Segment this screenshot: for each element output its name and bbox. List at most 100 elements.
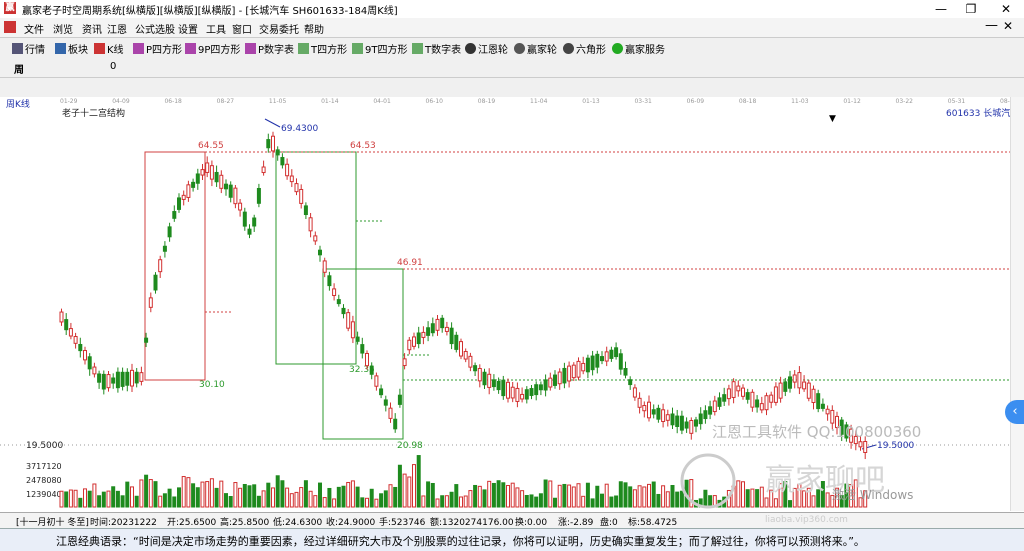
toolbar-kline[interactable]: K线 <box>94 41 124 56</box>
toolbar-quotes[interactable]: 行情 <box>12 41 45 56</box>
volume-bar <box>585 482 590 508</box>
restore-icon[interactable]: ❐ <box>955 0 987 18</box>
candle <box>440 317 445 329</box>
candle <box>416 332 421 345</box>
menu-gann[interactable]: 江恩 <box>107 21 127 36</box>
date-tick: 06-18 <box>164 98 182 105</box>
candle <box>731 381 736 398</box>
menu-file[interactable]: 文件 <box>24 21 44 36</box>
volume-bar <box>520 490 525 508</box>
counter-field[interactable]: 0 <box>110 61 116 72</box>
toolbar-t-table[interactable]: T数字表 <box>412 41 461 56</box>
candle <box>383 399 388 406</box>
date-tick: 11-05 <box>269 98 287 105</box>
menu-trade[interactable]: 交易委托 <box>259 21 299 36</box>
volume-bar <box>553 497 557 508</box>
label-6455: 64.55 <box>198 141 224 151</box>
candle <box>379 388 384 396</box>
candle <box>858 441 863 448</box>
candle <box>303 205 308 216</box>
menu-formula[interactable]: 公式选股 <box>135 21 175 36</box>
close-icon[interactable]: ✕ <box>990 0 1022 18</box>
toolbar-t-square[interactable]: T四方形 <box>298 41 347 56</box>
label-4691: 46.91 <box>397 258 423 268</box>
volume-bar <box>64 491 69 508</box>
candle <box>548 377 553 388</box>
volume-bar <box>252 484 257 508</box>
side-expand-button[interactable]: ‹ <box>1005 400 1024 424</box>
toolbar-gann-wheel[interactable]: 江恩轮 <box>465 41 508 56</box>
menu-info[interactable]: 资讯 <box>82 21 102 36</box>
candle <box>158 259 163 273</box>
candle <box>510 386 515 399</box>
candle <box>524 389 529 400</box>
volume-bar <box>153 481 158 508</box>
drawing-toolbar: 周 0 <box>0 58 1024 78</box>
candle <box>820 403 825 409</box>
volume-bar <box>665 491 670 508</box>
volume-bar <box>224 493 228 508</box>
menu-tools[interactable]: 工具 <box>206 21 226 36</box>
minimize-icon[interactable]: — <box>925 0 957 18</box>
volume-bar <box>139 479 144 508</box>
date-tick: 08-09 <box>1000 98 1010 105</box>
volume-bar <box>360 497 365 508</box>
candle <box>661 409 666 422</box>
candle <box>745 392 750 400</box>
candle <box>736 385 741 392</box>
toolbar-sectors[interactable]: 板块 <box>55 41 88 56</box>
volume-bar <box>350 480 355 508</box>
status-open: 开:25.6500 <box>167 518 217 528</box>
volume-bar <box>308 490 313 508</box>
volume-bar <box>463 495 468 508</box>
candle <box>642 405 647 412</box>
toolbar-9t-square[interactable]: 9T四方形 <box>352 41 407 56</box>
menu-window[interactable]: 窗口 <box>232 21 252 36</box>
toolbar-9p-square[interactable]: 9P四方形 <box>185 41 240 56</box>
vertical-scrollbar[interactable] <box>1010 97 1024 511</box>
volume-bar <box>238 487 243 508</box>
volume-bar <box>383 490 388 508</box>
candle <box>275 149 280 156</box>
menu-browse[interactable]: 浏览 <box>53 21 73 36</box>
app-menu-icon[interactable] <box>4 21 16 33</box>
volume-bar <box>214 487 219 508</box>
dropdown-arrow-icon[interactable]: ▼ <box>829 114 836 124</box>
volume-bar <box>543 479 548 508</box>
volume-bar <box>205 481 210 508</box>
date-tick: 03-22 <box>896 98 914 105</box>
kline-chart[interactable]: 周K线 老子十二宫结构 601633 长城汽车 ▼ 64.55 64.53 46… <box>0 97 1019 511</box>
candle <box>238 202 243 211</box>
volume-bar <box>177 487 181 508</box>
candle <box>247 228 252 235</box>
period-select[interactable]: 周 <box>14 61 24 76</box>
volume-bar <box>247 485 252 508</box>
candle <box>675 415 680 427</box>
candle <box>769 394 774 403</box>
toolbar-p-table[interactable]: P数字表 <box>245 41 294 56</box>
candle <box>299 188 304 204</box>
mdi-close-icon[interactable]: ✕ <box>1003 19 1013 33</box>
toolbar-p-square[interactable]: P四方形 <box>133 41 182 56</box>
candle <box>487 373 492 388</box>
candle <box>816 393 821 410</box>
volume-bar <box>759 486 764 508</box>
wheel-icon <box>465 43 476 54</box>
volume-bar <box>336 486 341 508</box>
candle <box>628 379 633 386</box>
label-6453: 64.53 <box>350 141 376 151</box>
date-tick: 01-12 <box>843 98 861 105</box>
candle <box>205 162 210 173</box>
candle <box>421 331 426 338</box>
menu-settings[interactable]: 设置 <box>178 21 198 36</box>
candle <box>571 364 576 379</box>
candle <box>632 387 637 398</box>
candle <box>576 360 581 378</box>
toolbar-winner-wheel[interactable]: 赢家轮 <box>514 41 557 56</box>
menu-help[interactable]: 帮助 <box>304 21 324 36</box>
status-time: 时间:20231222 <box>90 518 157 528</box>
mdi-minimize-icon[interactable]: — <box>985 18 998 33</box>
date-tick: 01-29 <box>60 98 78 105</box>
toolbar-service[interactable]: 赢家服务 <box>612 41 665 56</box>
toolbar-hexagon[interactable]: 六角形 <box>563 41 606 56</box>
